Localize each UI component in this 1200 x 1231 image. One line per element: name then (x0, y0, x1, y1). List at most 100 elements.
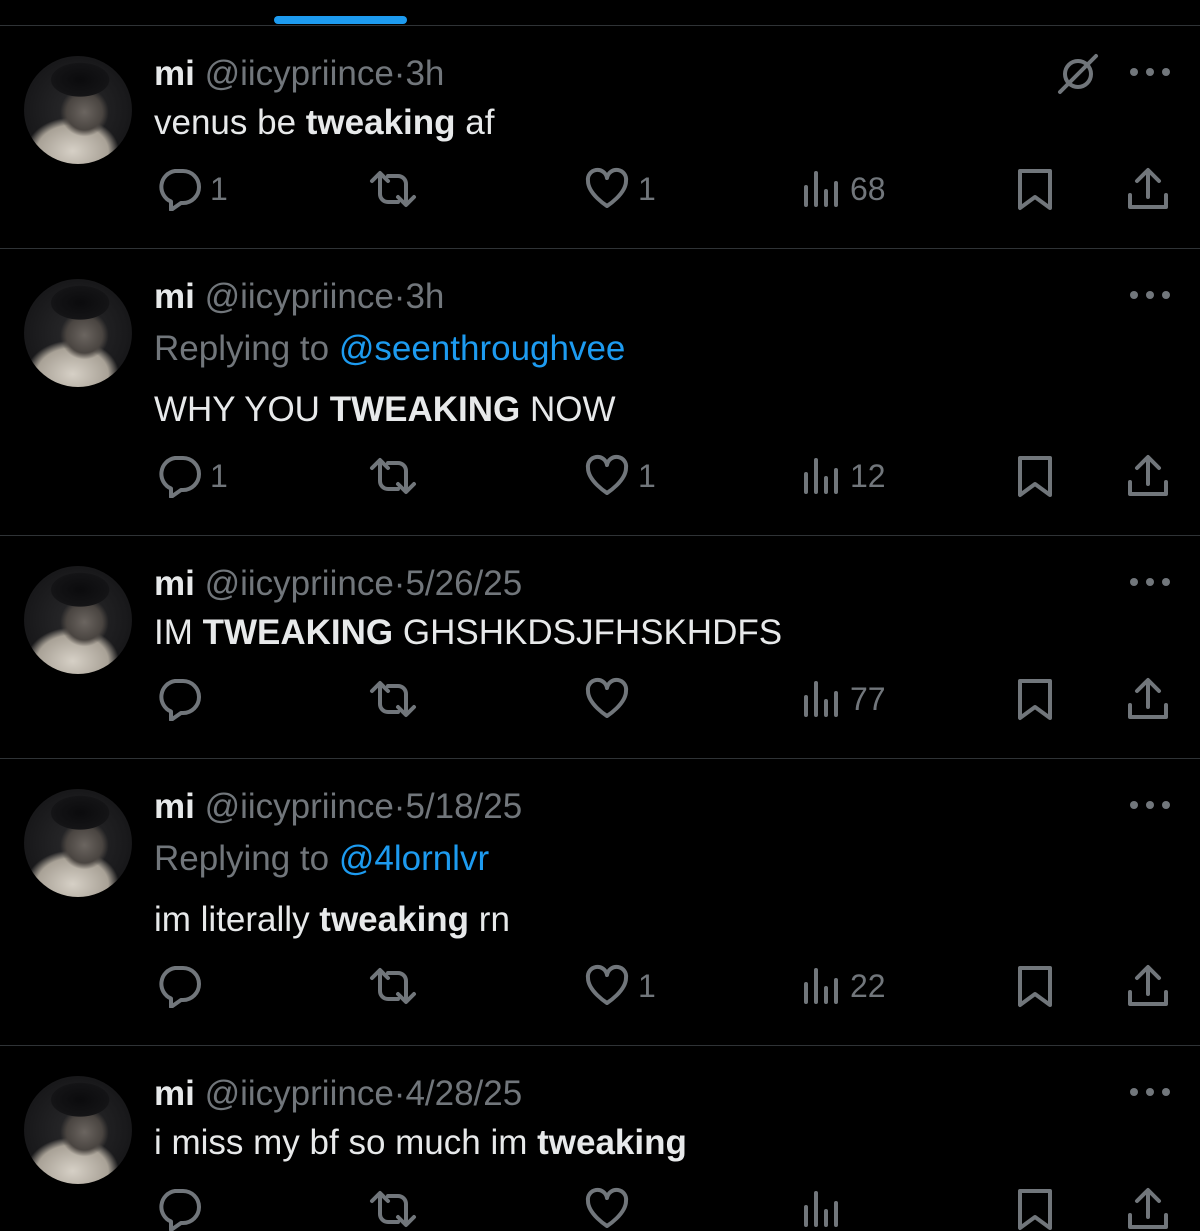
reply-button[interactable] (156, 964, 210, 1008)
bookmark-button[interactable] (1016, 1187, 1054, 1231)
timestamp[interactable]: 3h (405, 277, 444, 316)
reply-icon (159, 679, 201, 721)
reply-count: 1 (210, 171, 228, 207)
bookmark-button[interactable] (1016, 677, 1054, 721)
tweet-header: mi @iicypriince·4/28/25 (154, 1074, 522, 1114)
bookmark-button[interactable] (1016, 964, 1054, 1008)
mention-link[interactable]: @4lornlvr (339, 839, 489, 878)
display-name[interactable]: mi (154, 564, 195, 603)
display-name[interactable]: mi (154, 277, 195, 316)
tweet-text-part: i miss my bf so much im (154, 1123, 538, 1162)
tweet[interactable]: mi @iicypriince·3h venus be tweaking af … (0, 26, 1200, 249)
avatar[interactable] (24, 56, 132, 164)
reply-button[interactable] (156, 677, 210, 721)
bookmark-button[interactable] (1016, 454, 1054, 498)
view-count: 22 (850, 968, 886, 1004)
like-button[interactable]: 1 (584, 964, 656, 1008)
retweet-button[interactable] (368, 167, 426, 211)
share-button[interactable] (1126, 1187, 1170, 1231)
mention-link[interactable]: @seenthroughvee (339, 329, 626, 368)
reply-count: 1 (210, 458, 228, 494)
retweet-button[interactable] (368, 964, 426, 1008)
timestamp[interactable]: 5/18/25 (405, 787, 522, 826)
share-icon (1128, 1188, 1168, 1229)
share-button[interactable] (1126, 167, 1170, 211)
tweet-header: mi @iicypriince·3h (154, 277, 444, 317)
avatar[interactable] (24, 789, 132, 897)
tweet-text-highlight: tweaking (305, 103, 456, 142)
share-icon (1128, 965, 1168, 1006)
display-name[interactable]: mi (154, 1074, 195, 1113)
share-button[interactable] (1126, 677, 1170, 721)
more-options-icon[interactable] (1130, 795, 1170, 815)
active-tab-indicator (274, 16, 407, 24)
user-handle[interactable]: @iicypriince (205, 787, 394, 826)
like-button[interactable] (584, 677, 638, 721)
more-options-icon[interactable] (1130, 572, 1170, 592)
timestamp[interactable]: 5/26/25 (405, 564, 522, 603)
views-icon (804, 458, 838, 494)
timestamp[interactable]: 4/28/25 (405, 1074, 522, 1113)
tweet[interactable]: mi @iicypriince·3h Replying to @seenthro… (0, 249, 1200, 536)
reply-icon (159, 169, 201, 211)
more-options-icon[interactable] (1130, 1082, 1170, 1102)
tweet-text-part: WHY YOU (154, 390, 330, 429)
avatar[interactable] (24, 1076, 132, 1184)
tweet-text-part: af (455, 103, 495, 142)
tweet[interactable]: mi @iicypriince·5/18/25 Replying to @4lo… (0, 759, 1200, 1046)
like-button[interactable]: 1 (584, 454, 656, 498)
more-options-icon[interactable] (1130, 62, 1170, 82)
retweet-icon (370, 968, 416, 1004)
tweet[interactable]: mi @iicypriince·4/28/25 i miss my bf so … (0, 1046, 1200, 1231)
retweet-button[interactable] (368, 1187, 418, 1231)
avatar[interactable] (24, 566, 132, 674)
retweet-icon (370, 458, 416, 494)
bookmark-icon (1018, 169, 1052, 210)
more-options-icon[interactable] (1130, 285, 1170, 305)
tweet[interactable]: mi @iicypriince·5/26/25 IM TWEAKING GHSH… (0, 536, 1200, 759)
share-icon (1128, 678, 1168, 719)
views-button[interactable]: 22 (802, 964, 886, 1008)
user-handle[interactable]: @iicypriince (205, 277, 394, 316)
user-handle[interactable]: @iicypriince (205, 54, 394, 93)
bookmark-button[interactable] (1016, 167, 1054, 211)
views-button[interactable] (802, 1187, 842, 1231)
tweet-header: mi @iicypriince·5/26/25 (154, 564, 522, 604)
heart-icon (585, 454, 629, 495)
reply-icon (159, 966, 201, 1008)
retweet-button[interactable] (368, 677, 426, 721)
heart-icon (585, 1187, 629, 1228)
replying-to: Replying to @4lornlvr (154, 839, 489, 879)
tweet-text: WHY YOU TWEAKING NOW (154, 390, 616, 430)
share-button[interactable] (1126, 454, 1170, 498)
retweet-icon (370, 171, 416, 207)
reply-button[interactable]: 1 (156, 167, 228, 211)
grok-icon[interactable] (1056, 52, 1100, 96)
user-handle[interactable]: @iicypriince (205, 1074, 394, 1113)
tweet-text-part: venus be (154, 103, 306, 142)
like-button[interactable] (584, 1187, 630, 1231)
avatar[interactable] (24, 279, 132, 387)
reply-button[interactable]: 1 (156, 454, 228, 498)
like-button[interactable]: 1 (584, 167, 656, 211)
views-button[interactable]: 12 (802, 454, 886, 498)
share-button[interactable] (1126, 964, 1170, 1008)
view-count: 68 (850, 171, 886, 207)
user-handle[interactable]: @iicypriince (205, 564, 394, 603)
retweet-icon (370, 1191, 416, 1227)
views-button[interactable]: 77 (802, 677, 886, 721)
separator-dot: · (393, 54, 406, 93)
retweet-button[interactable] (368, 454, 426, 498)
views-icon (804, 171, 838, 207)
separator-dot: · (393, 787, 406, 826)
display-name[interactable]: mi (154, 787, 195, 826)
display-name[interactable]: mi (154, 54, 195, 93)
reply-button[interactable] (156, 1187, 202, 1231)
heart-icon (585, 964, 629, 1005)
timestamp[interactable]: 3h (405, 54, 444, 93)
views-button[interactable]: 68 (802, 167, 886, 211)
replying-to: Replying to @seenthroughvee (154, 329, 625, 369)
tweet-text-part: NOW (520, 390, 616, 429)
share-icon (1128, 168, 1168, 209)
views-icon (804, 968, 838, 1004)
